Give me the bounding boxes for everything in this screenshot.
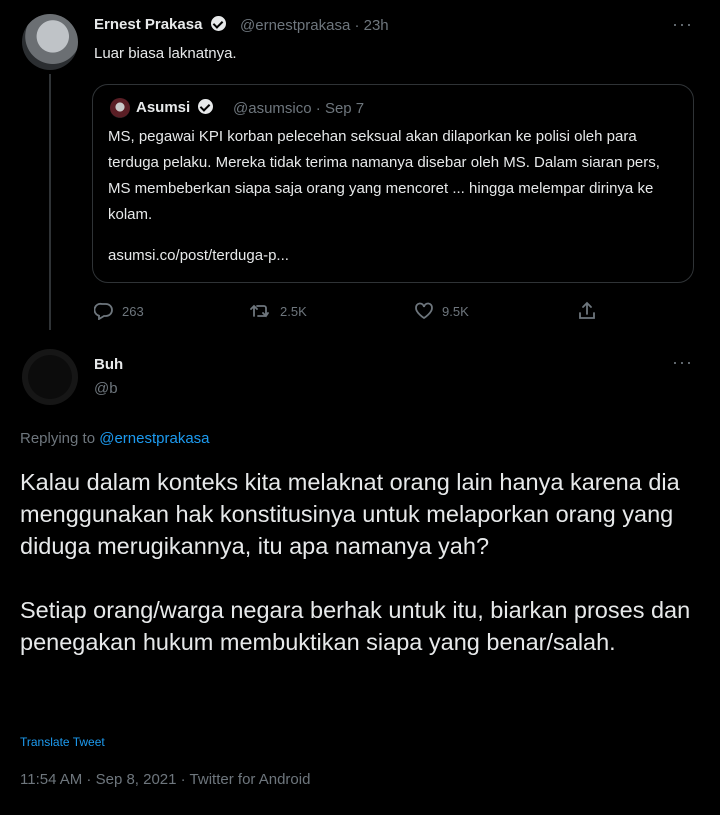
retweet-icon <box>250 303 272 319</box>
heart-icon <box>414 302 434 320</box>
quoted-handle-date: @asumsico · Sep 7 <box>233 100 364 117</box>
separator: · <box>311 100 325 117</box>
replying-to-link[interactable]: @ernestprakasa <box>99 430 209 447</box>
reply-author-name[interactable]: Buh <box>94 356 123 373</box>
quoted-handle: @asumsico <box>233 100 312 117</box>
replying-to: Replying to @ernestprakasa <box>20 430 210 447</box>
retweet-action[interactable]: 2.5K <box>250 300 307 322</box>
quoted-text: MS, pegawai KPI korban pelecehan seksual… <box>108 128 660 223</box>
replying-prefix: Replying to <box>20 430 96 447</box>
more-options-icon[interactable]: ··· <box>672 14 693 35</box>
verified-badge-icon <box>210 16 226 31</box>
reply-author-handle[interactable]: @b <box>94 380 118 397</box>
author-handle[interactable]: @ernestprakasa <box>240 17 350 34</box>
like-action[interactable]: 9.5K <box>414 300 469 322</box>
quoted-avatar[interactable] <box>110 98 130 118</box>
avatar[interactable] <box>22 349 78 405</box>
quoted-link[interactable]: asumsi.co/post/terduga-p... <box>108 247 289 264</box>
tweet-text: Luar biasa laknatnya. <box>94 45 237 62</box>
quoted-name-text: Asumsi <box>136 99 191 116</box>
tweet-timestamp[interactable]: 11:54 AM · Sep 8, 2021 · Twitter for And… <box>20 771 310 788</box>
reply-text: Kalau dalam konteks kita melaknat orang … <box>20 466 700 658</box>
tweet-time[interactable]: 23h <box>364 17 389 34</box>
quoted-date: Sep 7 <box>324 100 365 117</box>
reply-count: 263 <box>122 303 144 319</box>
like-count: 9.5K <box>442 303 469 319</box>
author-name[interactable]: Ernest Prakasa <box>94 16 226 33</box>
reply-paragraph: Kalau dalam konteks kita melaknat orang … <box>20 469 680 559</box>
reply-action[interactable]: 263 <box>94 300 144 322</box>
author-handle-time: @ernestprakasa · 23h <box>240 17 389 34</box>
reply-paragraph: Setiap orang/warga negara berhak untuk i… <box>20 597 691 655</box>
author-name-text: Ernest Prakasa <box>94 16 203 33</box>
separator: · <box>350 17 364 34</box>
avatar[interactable] <box>22 14 78 70</box>
retweet-count: 2.5K <box>280 303 307 319</box>
translate-tweet-link[interactable]: Translate Tweet <box>20 735 105 749</box>
reply-icon <box>94 302 114 320</box>
quoted-author-name[interactable]: Asumsi <box>136 99 214 116</box>
thread-connector <box>49 74 51 330</box>
share-action[interactable] <box>578 300 596 322</box>
verified-badge-icon <box>198 99 214 114</box>
more-options-icon[interactable]: ··· <box>672 352 693 373</box>
share-icon <box>578 301 596 321</box>
